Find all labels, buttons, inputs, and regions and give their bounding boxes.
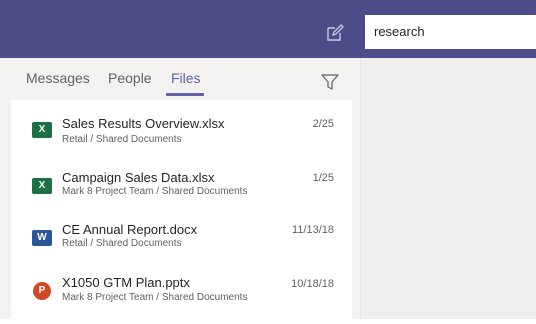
file-results-list: X Sales Results Overview.xlsx Retail / S… xyxy=(11,100,352,319)
excel-icon: X xyxy=(32,178,52,194)
file-path: Retail / Shared Documents xyxy=(62,238,182,249)
word-icon: W xyxy=(32,230,52,246)
active-tab-indicator xyxy=(166,93,204,96)
tab-files[interactable]: Files xyxy=(171,70,201,86)
tab-messages[interactable]: Messages xyxy=(26,70,90,86)
compose-icon[interactable] xyxy=(326,24,344,42)
file-date: 11/13/18 xyxy=(291,224,334,236)
file-row[interactable]: W CE Annual Report.docx Retail / Shared … xyxy=(11,222,352,274)
powerpoint-icon: P xyxy=(33,282,51,300)
file-date: 2/25 xyxy=(312,118,334,130)
file-name: CE Annual Report.docx xyxy=(62,222,198,237)
file-name: X1050 GTM Plan.pptx xyxy=(62,275,190,290)
file-row[interactable]: X Sales Results Overview.xlsx Retail / S… xyxy=(11,112,352,164)
search-input[interactable]: research xyxy=(365,15,536,49)
file-date: 1/25 xyxy=(312,172,334,184)
filter-icon[interactable] xyxy=(321,74,339,90)
file-path: Mark 8 Project Team / Shared Documents xyxy=(62,186,248,197)
file-row[interactable]: P X1050 GTM Plan.pptx Mark 8 Project Tea… xyxy=(11,272,352,324)
file-path: Retail / Shared Documents xyxy=(62,134,182,145)
excel-icon: X xyxy=(32,122,52,138)
tab-people[interactable]: People xyxy=(108,70,152,86)
file-date: 10/18/18 xyxy=(291,278,334,290)
file-name: Sales Results Overview.xlsx xyxy=(62,116,225,131)
file-name: Campaign Sales Data.xlsx xyxy=(62,170,215,185)
file-path: Mark 8 Project Team / Shared Documents xyxy=(62,292,248,303)
file-row[interactable]: X Campaign Sales Data.xlsx Mark 8 Projec… xyxy=(11,168,352,220)
content-pane xyxy=(360,58,536,319)
